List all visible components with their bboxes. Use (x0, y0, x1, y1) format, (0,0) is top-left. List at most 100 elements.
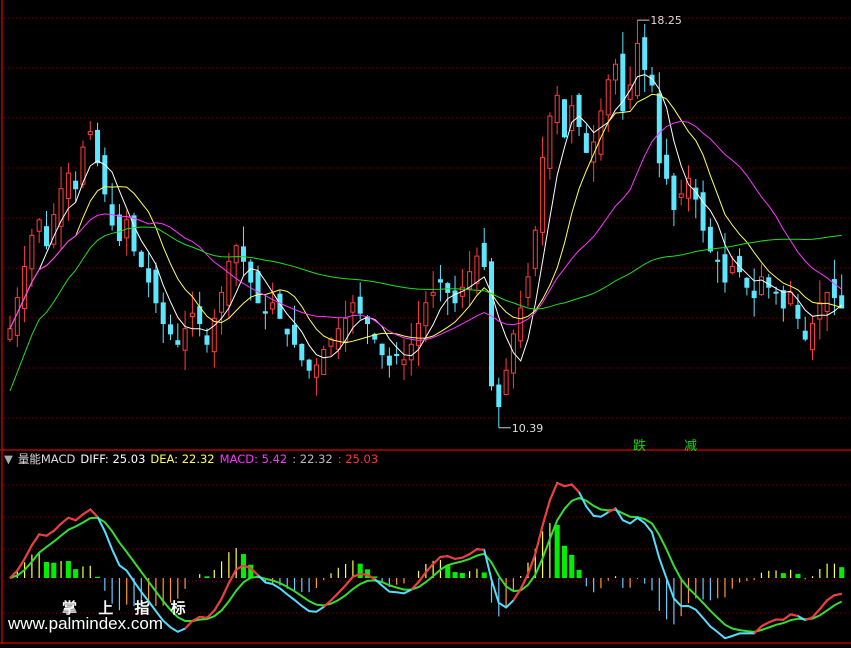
macd-histogram-bar (839, 567, 844, 578)
candle-body (417, 324, 421, 346)
candle-body (738, 256, 742, 271)
candle-body (241, 247, 245, 261)
candle-body (555, 95, 559, 122)
macd-histogram-bar (795, 574, 800, 578)
candle-body (256, 272, 260, 303)
max-price-label: 18.25 (650, 14, 682, 27)
candle-body (526, 277, 530, 298)
candle-body (431, 292, 435, 295)
candle-body (161, 303, 165, 324)
candle-body (562, 100, 566, 137)
candle-body (679, 194, 683, 198)
indicator-toggle-icon[interactable]: ▼ (4, 452, 13, 466)
candle-body (322, 349, 326, 374)
macd-histogram-bar (204, 576, 209, 578)
candle-body (635, 43, 639, 95)
diff-up-segment (200, 617, 207, 618)
macd-histogram-bar (569, 555, 574, 578)
chart-stage[interactable]: 18.25 10.39 (0, 0, 851, 644)
candle-body (96, 130, 100, 162)
candle-body (409, 344, 413, 360)
candle-body (395, 354, 399, 355)
candle-body (818, 303, 822, 319)
diff-up-segment (834, 594, 841, 595)
candle-body (402, 360, 406, 365)
macd-histogram-bar (66, 561, 71, 578)
signal-label-down: 跌 (633, 435, 646, 454)
macd-histogram-bar (781, 573, 786, 578)
chart-canvas[interactable]: 18.25 10.39 (0, 0, 851, 644)
diff-up-segment (455, 558, 462, 559)
candle-body (37, 220, 41, 231)
diff-value: DIFF: 25.03 (80, 452, 145, 466)
candle-body (117, 215, 121, 241)
candle-body (519, 308, 523, 341)
candle-body (657, 94, 661, 163)
candle-body (541, 158, 545, 233)
macd-histogram-bar (562, 546, 567, 578)
candle-body (8, 329, 12, 340)
dea-value: DEA: 22.32 (150, 452, 214, 466)
diff-up-segment (477, 549, 484, 550)
candle-body (475, 256, 479, 283)
macd-histogram-bar (577, 570, 582, 578)
candle-body (577, 95, 581, 126)
candle-body (103, 156, 107, 194)
watermark-url: www.palmindex.com (8, 614, 163, 634)
indicator-info-bar: ▼量能MACDDIFF: 25.03DEA: 22.32MACD: 5.42: … (4, 452, 383, 466)
candle-body (803, 331, 807, 339)
candle-body (774, 292, 778, 293)
candle-body (745, 278, 749, 287)
candle-body (358, 297, 362, 313)
candle-body (227, 261, 231, 305)
candle-body (88, 132, 92, 135)
diff-up-segment (39, 534, 46, 535)
extra1-value: : 22.32 (292, 452, 332, 466)
candle-body (446, 284, 450, 293)
candle-body (271, 303, 275, 309)
candle-body (285, 329, 289, 334)
candle-body (599, 111, 603, 154)
candle-body (66, 173, 70, 198)
macd-histogram-bar (73, 569, 78, 578)
macd-histogram-bar (555, 525, 560, 578)
candle-body (212, 318, 216, 351)
candle-body (205, 336, 209, 344)
candle-body (716, 260, 720, 261)
candle-body (548, 116, 552, 168)
candle-body (74, 181, 78, 188)
candle-body (307, 360, 311, 370)
candle-body (220, 292, 224, 312)
signal-label-reduce: 减 (684, 435, 697, 454)
candle-body (811, 324, 815, 350)
candle-body (139, 252, 143, 266)
macd-histogram-bar (44, 562, 49, 578)
candle-body (701, 193, 705, 230)
macd-histogram-bar (358, 564, 363, 578)
candle-body (132, 216, 136, 251)
candle-body (796, 305, 800, 318)
candle-body (789, 292, 793, 303)
candle-body (723, 255, 727, 282)
candle-body (767, 278, 771, 287)
candle-body (293, 325, 297, 344)
extra2-value: : 25.03 (338, 452, 378, 466)
indicator-name[interactable]: 量能MACD (18, 452, 75, 466)
candle-body (752, 291, 756, 297)
min-price-label: 10.39 (512, 422, 544, 435)
candle-body (497, 385, 501, 406)
candle-body (300, 344, 304, 359)
candle-body (533, 230, 537, 268)
macd-histogram-bar (95, 577, 100, 578)
candle-body (614, 64, 618, 80)
candle-body (168, 325, 172, 334)
candle-body (584, 134, 588, 153)
candle-body (154, 270, 158, 303)
candle-body (234, 246, 238, 263)
diff-up-segment (360, 574, 367, 575)
candle-body (643, 38, 647, 70)
candle-body (504, 370, 508, 394)
candle-body (665, 155, 669, 178)
candle-body (44, 227, 48, 246)
candle-body (30, 235, 34, 268)
